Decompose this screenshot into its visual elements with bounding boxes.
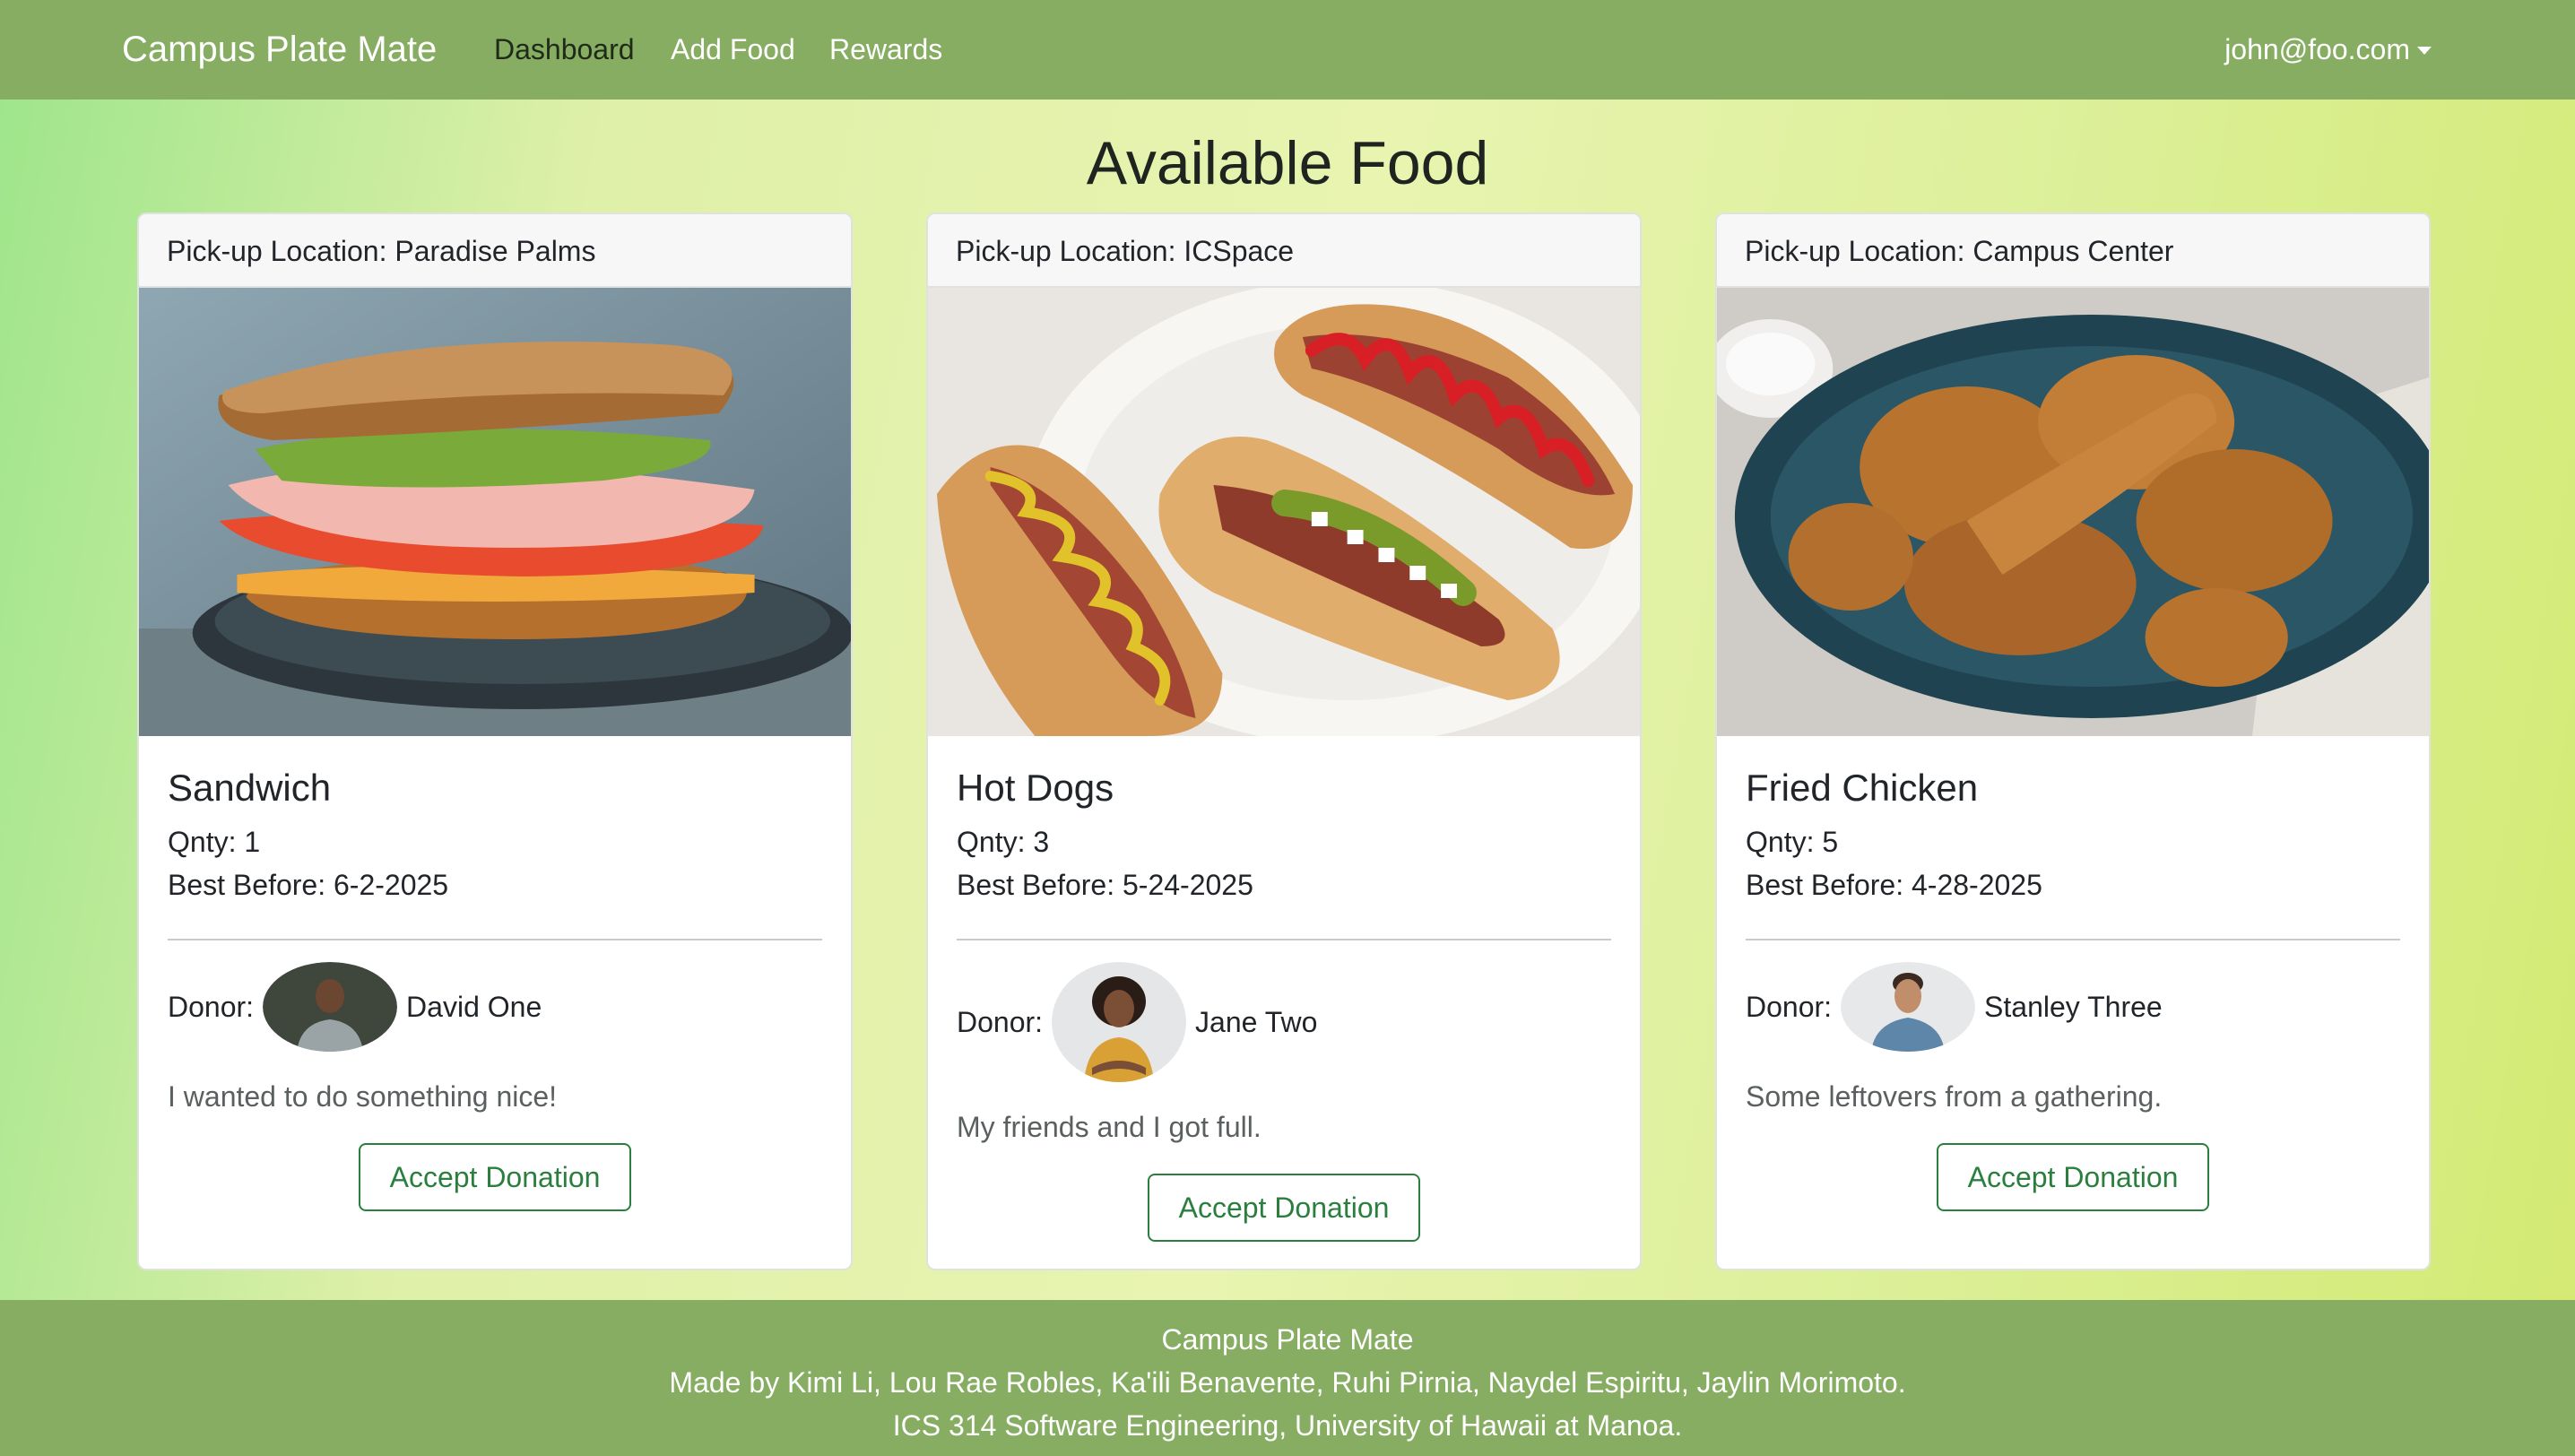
food-card: Pick-up Location: ICSpace Hot Dogs Qnty:… [926, 212, 1642, 1270]
food-name: Fried Chicken [1746, 767, 1979, 809]
footer-course: ICS 314 Software Engineering, University… [892, 1409, 1683, 1442]
food-card: Pick-up Location: Paradise Palms Sandwic… [137, 212, 853, 1270]
donor-avatar [1052, 962, 1187, 1082]
footer-title: Campus Plate Mate [1161, 1323, 1414, 1356]
accept-donation-button[interactable]: Accept Donation [1937, 1143, 2209, 1211]
caret-down-icon [2417, 46, 2432, 55]
user-email: john@foo.com [2224, 33, 2410, 65]
brand-link[interactable]: Campus Plate Mate [122, 27, 437, 72]
nav-dashboard-link[interactable]: Dashboard [494, 30, 635, 68]
donor-name: David One [406, 990, 542, 1023]
donor-label: Donor: [1746, 990, 1833, 1023]
donor-row: Donor: Jane Two [957, 962, 1611, 1082]
donor-label: Donor: [957, 1005, 1044, 1038]
best-before-date: Best Before: 6-2-2025 [168, 869, 449, 901]
pickup-location: Pick-up Location: ICSpace [928, 214, 1640, 288]
donor-name: Stanley Three [1984, 990, 2163, 1023]
food-name: Sandwich [168, 767, 332, 809]
divider [168, 939, 822, 940]
user-dropdown[interactable]: john@foo.com [2224, 30, 2432, 68]
donor-name: Jane Two [1195, 1005, 1318, 1038]
hot-dogs-photo [928, 288, 1640, 736]
food-name: Hot Dogs [957, 767, 1114, 809]
donor-row: Donor: Stanley Three [1746, 962, 2400, 1052]
donor-message: I wanted to do something nice! [168, 1080, 558, 1113]
donor-avatar [263, 962, 398, 1052]
donor-avatar [1841, 962, 1976, 1052]
food-quantity: Qnty: 3 [957, 826, 1050, 858]
top-navbar: Campus Plate Mate Dashboard Add Food Rew… [0, 0, 2575, 100]
food-quantity: Qnty: 1 [168, 826, 261, 858]
nav-rewards-link[interactable]: Rewards [829, 30, 942, 68]
best-before-date: Best Before: 4-28-2025 [1746, 869, 2042, 901]
donor-message: My friends and I got full. [957, 1111, 1261, 1143]
divider [1746, 939, 2400, 940]
donor-message: Some leftovers from a gathering. [1746, 1080, 2163, 1113]
food-quantity: Qnty: 5 [1746, 826, 1839, 858]
page-title: Available Food [1086, 129, 1489, 197]
nav-add-food-link[interactable]: Add Food [671, 30, 795, 68]
divider [957, 939, 1611, 940]
fried-chicken-photo [1717, 288, 2429, 736]
sandwich-photo [139, 288, 851, 736]
best-before-date: Best Before: 5-24-2025 [957, 869, 1253, 901]
donor-label: Donor: [168, 990, 255, 1023]
accept-donation-button[interactable]: Accept Donation [1148, 1174, 1420, 1242]
accept-donation-button[interactable]: Accept Donation [359, 1143, 631, 1211]
pickup-location: Pick-up Location: Paradise Palms [139, 214, 851, 288]
footer-credits: Made by Kimi Li, Lou Rae Robles, Ka'ili … [669, 1366, 1906, 1399]
pickup-location: Pick-up Location: Campus Center [1717, 214, 2429, 288]
page-footer: Campus Plate Mate Made by Kimi Li, Lou R… [0, 1300, 2575, 1456]
donor-row: Donor: David One [168, 962, 822, 1052]
food-card: Pick-up Location: Campus Center Fried Ch… [1715, 212, 2431, 1270]
